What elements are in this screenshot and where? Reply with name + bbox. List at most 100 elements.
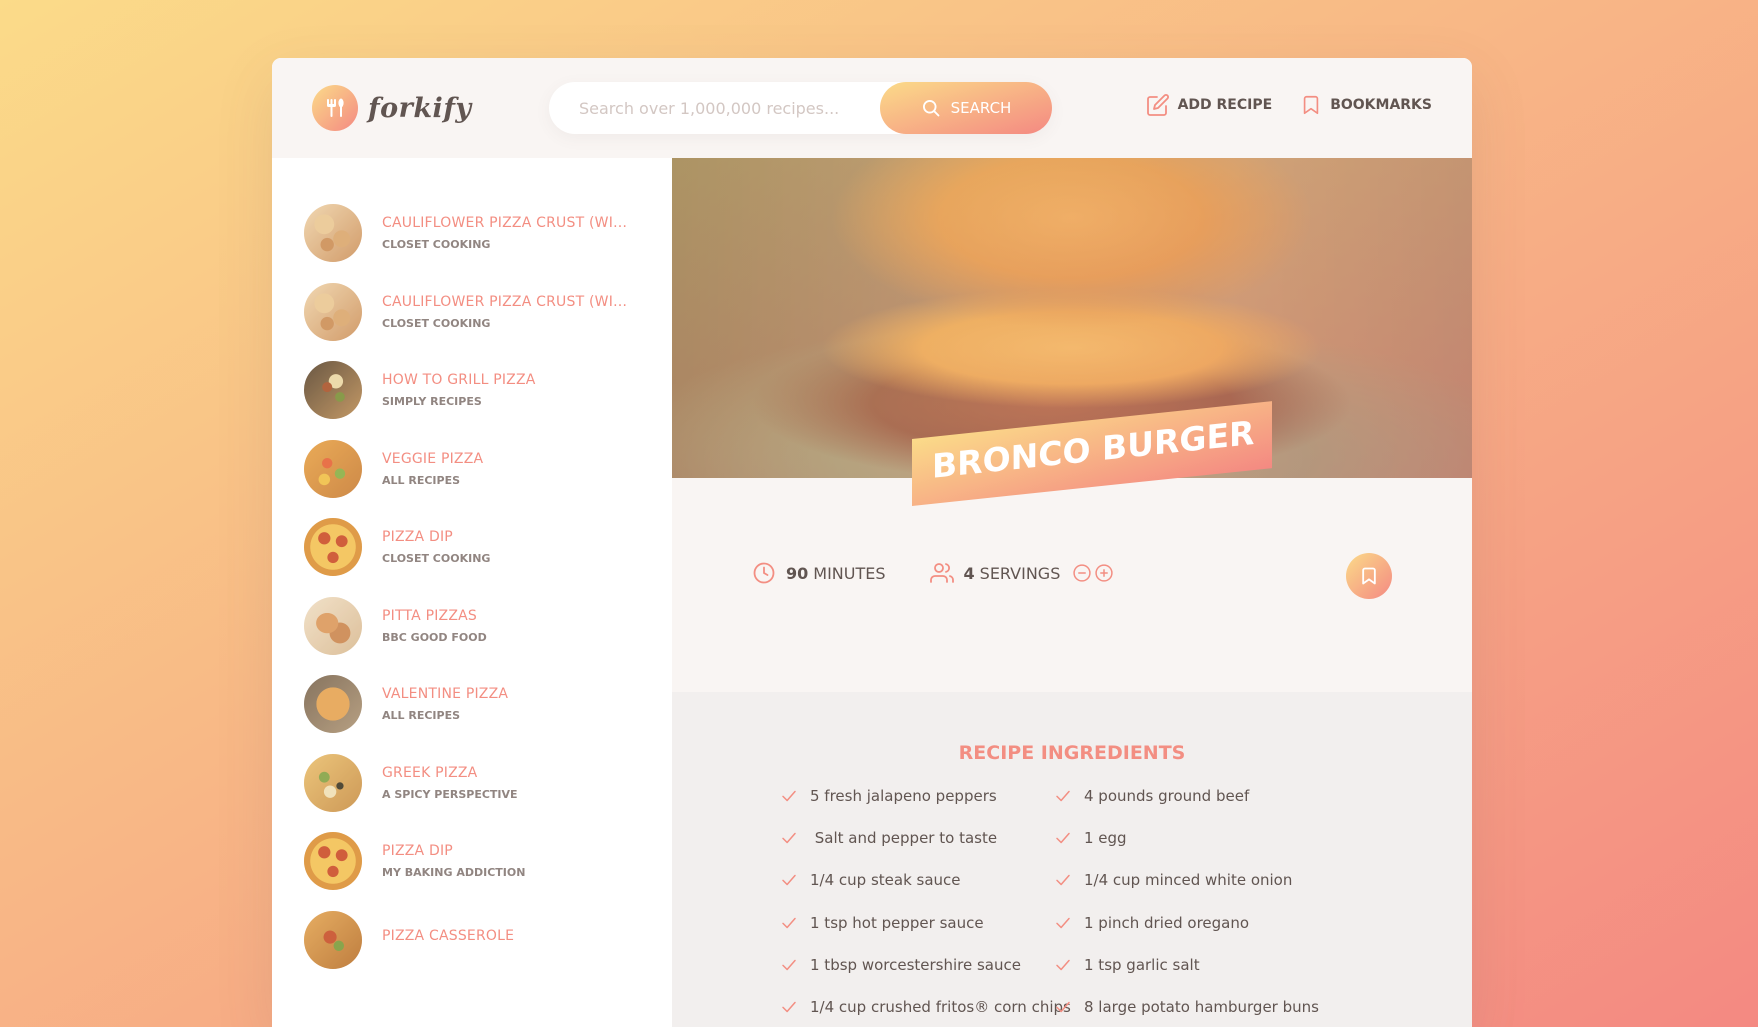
bookmark-icon — [1362, 567, 1376, 585]
result-thumbnail — [304, 675, 362, 733]
result-publisher: Closet Cooking — [382, 552, 491, 565]
result-text: GREEK PIZZA A Spicy Perspective — [382, 765, 518, 801]
result-publisher: A Spicy Perspective — [382, 787, 518, 801]
recipe-ingredients: Recipe ingredients 5 fresh jalapeno pepp… — [672, 692, 1472, 1027]
result-item[interactable]: PIZZA CASSEROLE — [304, 905, 644, 975]
clock-icon — [753, 562, 775, 584]
result-item[interactable]: PITTA PIZZAS BBC Good Food — [304, 591, 644, 661]
result-publisher: All Recipes — [382, 473, 461, 487]
search-input[interactable] — [579, 98, 879, 118]
result-item[interactable]: PIZZA DIP Closet Cooking — [304, 512, 644, 582]
bookmark-icon — [1303, 95, 1319, 115]
ingredient-text: 1 egg — [1084, 829, 1127, 848]
search-icon — [922, 100, 940, 117]
users-icon — [929, 563, 954, 583]
ingredient-item: 1/4 cup minced white onion — [1054, 871, 1354, 889]
result-item[interactable]: PIZZA DIP My Baking Addiction — [304, 826, 644, 896]
result-item[interactable]: HOW TO GRILL PIZZA Simply Recipes — [304, 355, 644, 425]
plus-circle-icon[interactable] — [1094, 563, 1114, 583]
ingredient-item: 1 tsp garlic salt — [1054, 956, 1354, 974]
ingredient-text: 1/4 cup minced white onion — [1084, 871, 1293, 890]
result-title: PIZZA DIP — [382, 529, 453, 545]
result-thumbnail — [304, 361, 362, 419]
result-title: VEGGIE PIZZA — [382, 450, 484, 467]
check-icon — [1056, 790, 1070, 802]
result-title: VALENTINE PIZZA — [382, 686, 509, 702]
result-title: PIZZA DIP — [382, 843, 453, 859]
ingredient-text: 1/4 cup crushed fritos® corn chips — [810, 998, 1071, 1016]
ingredient-item: 1 tsp hot pepper sauce — [780, 914, 1080, 932]
check-icon — [1056, 832, 1070, 844]
servings-unit: servings — [979, 563, 1061, 583]
recipe-bookmark-button[interactable] — [1346, 553, 1392, 599]
check-icon — [782, 875, 796, 886]
result-publisher: Closet Cooking — [382, 238, 491, 251]
ingredient-text: 1 tsp hot pepper sauce — [810, 913, 984, 932]
search-button[interactable]: Search — [880, 82, 1052, 134]
result-thumbnail — [304, 204, 362, 262]
result-thumbnail — [304, 910, 362, 969]
logo[interactable]: forkify — [312, 85, 472, 131]
result-publisher: All Recipes — [382, 709, 461, 722]
ingredient-text: 1 tsp garlic salt — [1084, 955, 1200, 974]
ingredient-item: 4 pounds ground beef — [1054, 787, 1354, 805]
minus-circle-icon[interactable] — [1072, 563, 1092, 583]
check-icon — [782, 832, 796, 844]
result-title: CAULIFLOWER PIZZA CRUST (WIT... — [382, 293, 632, 310]
ingredient-text: 1 pinch dried oregano — [1084, 913, 1250, 932]
result-title: PIZZA CASSEROLE — [382, 928, 515, 944]
check-icon — [1056, 1001, 1070, 1013]
bookmarks-button[interactable]: Bookmarks — [1300, 93, 1432, 117]
servings-controls — [1072, 563, 1114, 583]
result-item[interactable]: GREEK PIZZA A Spicy Perspective — [304, 748, 644, 818]
search-button-label: Search — [950, 99, 1012, 117]
check-icon — [1056, 875, 1070, 886]
ingredient-text: 4 pounds ground beef — [1084, 787, 1250, 805]
result-item[interactable]: VEGGIE PIZZA All Recipes — [304, 434, 644, 504]
result-text: VEGGIE PIZZA All Recipes — [382, 451, 483, 487]
add-recipe-label: Add recipe — [1177, 97, 1273, 113]
result-thumbnail — [304, 753, 362, 812]
ingredient-item: 1 pinch dried oregano — [1054, 914, 1354, 932]
ingredient-text: 5 fresh jalapeno peppers — [810, 787, 997, 805]
result-text: PIZZA DIP Closet Cooking — [382, 529, 490, 565]
bookmarks-label: Bookmarks — [1330, 97, 1432, 113]
check-icon — [1056, 917, 1070, 928]
result-item[interactable]: CAULIFLOWER PIZZA CRUST (WIT... Closet Co… — [304, 277, 644, 347]
cooking-time-unit: minutes — [813, 563, 886, 583]
nav: Add recipe Bookmarks — [1146, 93, 1432, 117]
check-icon — [1056, 959, 1070, 971]
ingredient-text: 8 large potato hamburger buns — [1084, 998, 1319, 1016]
cooking-time-value: 90 — [786, 563, 809, 583]
ingredient-item: 1 egg — [1054, 829, 1354, 847]
result-text: HOW TO GRILL PIZZA Simply Recipes — [382, 372, 536, 408]
result-text: PIZZA CASSEROLE — [382, 928, 514, 951]
result-publisher: My Baking Addiction — [382, 866, 526, 879]
result-thumbnail — [304, 832, 362, 890]
ingredient-item: 8 large potato hamburger buns — [1054, 998, 1354, 1016]
recipe: Bronco Burger 90 minutes 4 servings — [672, 158, 1472, 1027]
ingredient-item: 1/4 cup steak sauce — [780, 871, 1080, 889]
result-title: GREEK PIZZA — [382, 764, 478, 781]
result-publisher: BBC Good Food — [382, 630, 487, 644]
ingredient-text: 1 tbsp worcestershire sauce — [810, 955, 1021, 974]
ingredient-item: 1/4 cup crushed fritos® corn chips — [780, 998, 1080, 1016]
result-item[interactable]: VALENTINE PIZZA All Recipes — [304, 669, 644, 739]
result-thumbnail — [304, 596, 362, 655]
search-results: CAULIFLOWER PIZZA CRUST (WIT... Closet Co… — [272, 158, 672, 1027]
result-text: VALENTINE PIZZA All Recipes — [382, 686, 508, 722]
result-thumbnail — [304, 439, 362, 498]
result-item[interactable]: CAULIFLOWER PIZZA CRUST (WIT... Closet Co… — [304, 198, 644, 268]
fork-knife-icon — [312, 85, 358, 131]
check-icon — [782, 959, 796, 971]
result-text: PITTA PIZZAS BBC Good Food — [382, 608, 487, 644]
result-text: CAULIFLOWER PIZZA CRUST (WIT... Closet Co… — [382, 215, 632, 251]
check-icon — [782, 1001, 796, 1013]
add-recipe-button[interactable]: Add recipe — [1146, 93, 1273, 117]
result-publisher: Simply Recipes — [382, 395, 482, 408]
check-icon — [782, 917, 796, 928]
ingredients-heading: Recipe ingredients — [958, 742, 1186, 764]
search-form: Search — [549, 82, 1052, 134]
cooking-time: 90 minutes — [752, 561, 886, 585]
ingredient-item: 5 fresh jalapeno peppers — [780, 787, 1080, 805]
